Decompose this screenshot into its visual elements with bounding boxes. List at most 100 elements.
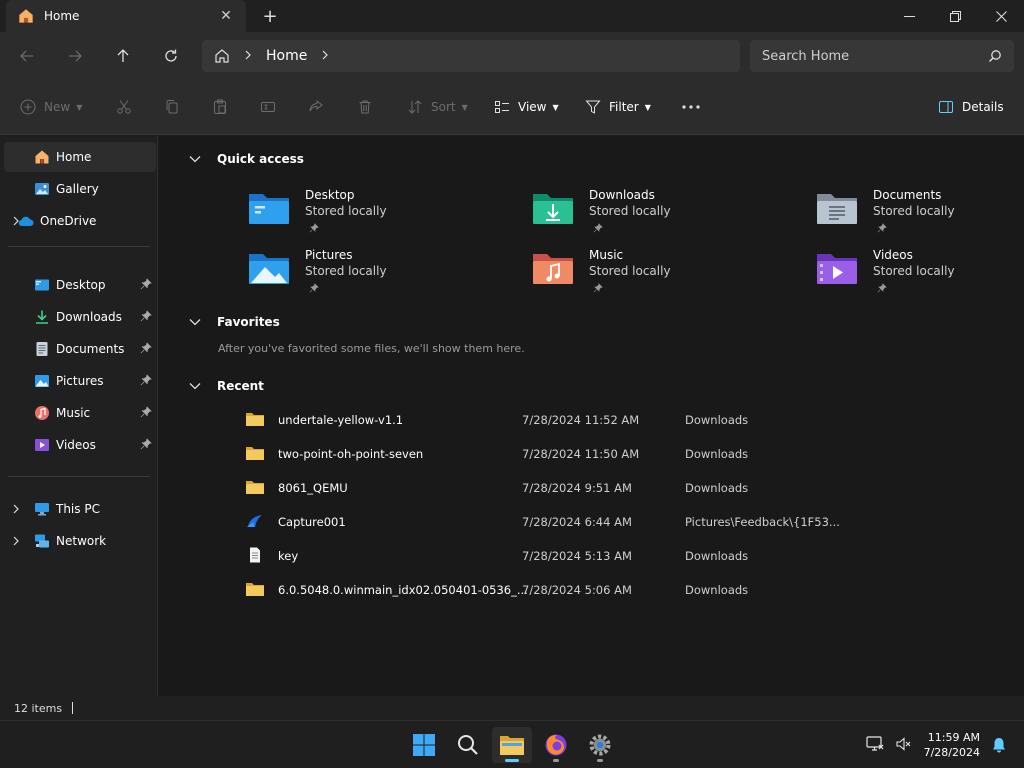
chevron-down-icon[interactable] xyxy=(189,155,201,163)
view-button[interactable]: View ▼ xyxy=(494,93,559,121)
back-arrow-icon[interactable] xyxy=(11,40,43,72)
home-icon xyxy=(19,9,33,23)
pin-icon[interactable] xyxy=(140,278,152,290)
folder-icon xyxy=(246,481,264,494)
start-button[interactable] xyxy=(404,727,444,763)
recent-row[interactable]: Capture001 7/28/2024 6:44 AM Pictures\Fe… xyxy=(245,510,865,534)
search-icon[interactable] xyxy=(988,49,1002,63)
paste-button[interactable] xyxy=(212,93,228,121)
sidebar-item-onedrive[interactable]: OneDrive xyxy=(4,206,156,236)
favorites-empty-message: After you've favorited some files, we'll… xyxy=(218,342,525,355)
pictures-folder-icon xyxy=(249,254,289,284)
sidebar-item-network[interactable]: Network xyxy=(4,526,156,556)
section-recent[interactable]: Recent xyxy=(189,379,264,393)
sidebar-item-music[interactable]: Music xyxy=(4,398,156,428)
share-button[interactable] xyxy=(308,93,324,121)
settings-taskbar-button[interactable] xyxy=(580,727,620,763)
command-bar: New ▼ Sort ▼ View ▼ Filter ▼ Details xyxy=(0,80,1024,135)
section-quick-access[interactable]: Quick access xyxy=(189,152,304,166)
clock-date: 7/28/2024 xyxy=(923,746,980,759)
volume-muted-icon[interactable] xyxy=(896,736,912,755)
sidebar-item-downloads[interactable]: Downloads xyxy=(4,302,156,332)
pin-icon xyxy=(593,223,603,233)
pin-icon[interactable] xyxy=(140,406,152,418)
active-indicator xyxy=(505,759,519,762)
quick-access-music[interactable]: Music Stored locally xyxy=(531,248,791,298)
copy-button[interactable] xyxy=(164,93,180,121)
plus-icon[interactable]: + xyxy=(256,4,284,28)
chevron-right-icon[interactable] xyxy=(244,49,252,63)
pin-icon[interactable] xyxy=(140,438,152,450)
refresh-icon[interactable] xyxy=(155,40,187,72)
sidebar-item-videos[interactable]: Videos xyxy=(4,430,156,460)
sidebar-item-home[interactable]: Home xyxy=(4,142,156,172)
chevron-down-icon: ▼ xyxy=(76,102,83,112)
search-button[interactable] xyxy=(448,727,488,763)
sidebar-item-desktop[interactable]: Desktop xyxy=(4,270,156,300)
cloud-icon xyxy=(18,216,34,227)
more-icon xyxy=(682,105,700,109)
filter-button[interactable]: Filter ▼ xyxy=(585,93,651,121)
sidebar-item-documents[interactable]: Documents xyxy=(4,334,156,364)
download-icon xyxy=(36,310,48,324)
sidebar-item-this-pc[interactable]: This PC xyxy=(4,494,156,524)
restore-icon[interactable] xyxy=(932,0,978,32)
details-button[interactable]: Details xyxy=(938,93,1004,121)
music-folder-icon xyxy=(533,254,573,284)
new-button[interactable]: New ▼ xyxy=(20,93,82,121)
close-window-icon[interactable] xyxy=(978,0,1024,32)
gear-icon xyxy=(589,734,611,756)
rename-button[interactable] xyxy=(260,93,276,121)
recent-row[interactable]: two-point-oh-point-seven 7/28/2024 11:50… xyxy=(245,442,865,466)
delete-button[interactable] xyxy=(357,93,373,121)
folder-icon xyxy=(500,736,524,755)
chevron-down-icon[interactable] xyxy=(189,318,201,326)
status-bar: 12 items xyxy=(0,696,1024,720)
clipboard-icon xyxy=(214,99,226,114)
taskbar-clock[interactable]: 11:59 AM 7/28/2024 xyxy=(924,730,980,760)
pin-icon[interactable] xyxy=(140,342,152,354)
pin-icon[interactable] xyxy=(140,310,152,322)
copy-icon xyxy=(166,100,178,114)
gallery-icon xyxy=(35,183,49,195)
search-input[interactable] xyxy=(762,48,988,64)
image-file-icon xyxy=(247,515,262,527)
sort-button[interactable]: Sort ▼ xyxy=(407,93,468,121)
quick-access-downloads[interactable]: Downloads Stored locally xyxy=(531,188,791,238)
pin-icon xyxy=(877,283,887,293)
tab-home[interactable]: Home ✕ xyxy=(6,0,246,32)
chevron-down-icon[interactable] xyxy=(189,382,201,390)
notification-bell-icon[interactable] xyxy=(992,737,1006,756)
breadcrumb-home[interactable]: Home xyxy=(266,48,307,64)
address-path-box[interactable]: Home xyxy=(202,40,740,72)
recent-row[interactable]: 6.0.5048.0.winmain_idx02.050401-0536_...… xyxy=(245,578,865,602)
cut-button[interactable] xyxy=(116,93,132,121)
text-file-icon xyxy=(250,547,260,563)
close-icon[interactable]: ✕ xyxy=(212,4,240,28)
network-icon xyxy=(35,534,49,548)
firefox-taskbar-button[interactable] xyxy=(536,727,576,763)
up-arrow-icon[interactable] xyxy=(107,40,139,72)
sidebar-item-pictures[interactable]: Pictures xyxy=(4,366,156,396)
quick-access-pictures[interactable]: Pictures Stored locally xyxy=(247,248,507,298)
document-icon xyxy=(36,342,48,356)
minimize-icon[interactable] xyxy=(886,0,932,32)
chevron-right-icon[interactable] xyxy=(12,216,20,226)
file-explorer-taskbar-button[interactable] xyxy=(492,727,532,763)
sidebar-divider xyxy=(8,246,150,247)
pin-icon[interactable] xyxy=(140,374,152,386)
see-more-button[interactable] xyxy=(681,93,701,121)
home-icon[interactable] xyxy=(214,48,230,64)
forward-arrow-icon[interactable] xyxy=(59,40,91,72)
section-favorites[interactable]: Favorites xyxy=(189,315,280,329)
search-box[interactable] xyxy=(750,40,1014,72)
chevron-right-icon[interactable] xyxy=(321,49,329,63)
quick-access-documents[interactable]: Documents Stored locally xyxy=(815,188,1024,238)
network-status-icon[interactable] xyxy=(866,735,884,755)
quick-access-desktop[interactable]: Desktop Stored locally xyxy=(247,188,507,238)
recent-row[interactable]: key 7/28/2024 5:13 AM Downloads xyxy=(245,544,865,568)
recent-row[interactable]: undertale-yellow-v1.1 7/28/2024 11:52 AM… xyxy=(245,408,865,432)
sidebar-item-gallery[interactable]: Gallery xyxy=(4,174,156,204)
quick-access-videos[interactable]: Videos Stored locally xyxy=(815,248,1024,298)
recent-row[interactable]: 8061_QEMU 7/28/2024 9:51 AM Downloads xyxy=(245,476,865,500)
